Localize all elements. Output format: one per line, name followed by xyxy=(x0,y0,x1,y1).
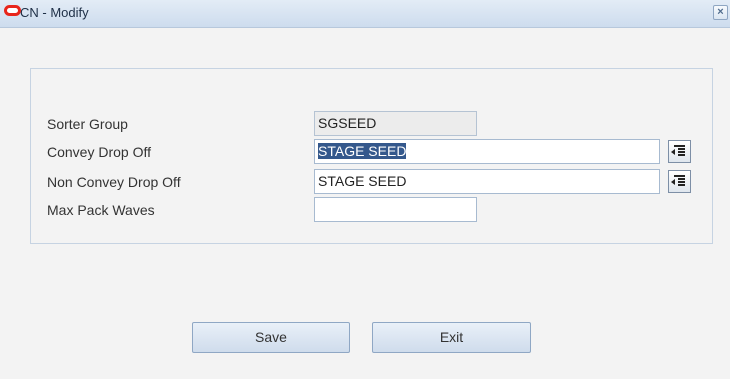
non-convey-drop-off-field[interactable]: STAGE SEED xyxy=(314,169,660,194)
oracle-logo-icon xyxy=(4,5,21,16)
convey-drop-off-lov-button[interactable] xyxy=(668,140,691,163)
save-button[interactable]: Save xyxy=(192,322,350,353)
max-pack-waves-label: Max Pack Waves xyxy=(47,202,155,218)
sorter-group-value: SGSEED xyxy=(318,115,377,131)
list-of-values-icon xyxy=(674,145,685,158)
title-bar: CN - Modify × xyxy=(0,0,730,28)
non-convey-drop-off-lov-button[interactable] xyxy=(668,170,691,193)
convey-drop-off-value: STAGE SEED xyxy=(318,143,407,159)
exit-button[interactable]: Exit xyxy=(372,322,531,353)
sorter-group-label: Sorter Group xyxy=(47,116,128,132)
non-convey-drop-off-value: STAGE SEED xyxy=(318,173,407,189)
sorter-group-field: SGSEED xyxy=(314,111,477,136)
close-icon[interactable]: × xyxy=(713,5,728,20)
max-pack-waves-field[interactable] xyxy=(314,197,477,222)
convey-drop-off-field[interactable]: STAGE SEED xyxy=(314,139,660,164)
list-of-values-icon xyxy=(674,175,685,188)
non-convey-drop-off-label: Non Convey Drop Off xyxy=(47,174,181,190)
convey-drop-off-label: Convey Drop Off xyxy=(47,144,152,160)
window-title: CN - Modify xyxy=(20,5,89,20)
